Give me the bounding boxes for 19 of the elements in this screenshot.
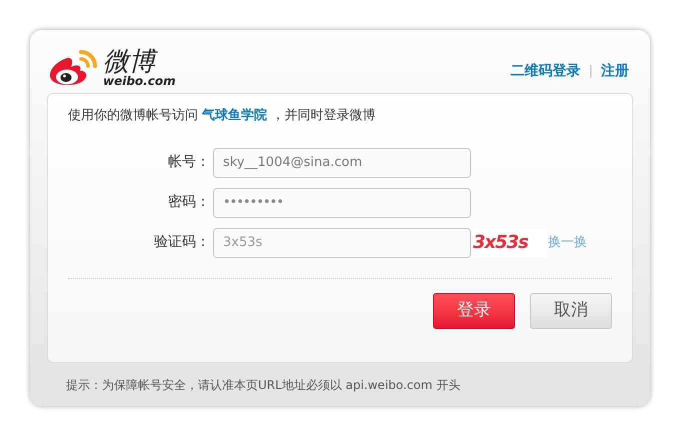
field-label: 帐号：	[167, 153, 211, 172]
app-link[interactable]: 气球鱼学院	[202, 108, 268, 123]
footer-tip: 提示：为保障帐号安全，请认准本页URL地址必须以 api.weibo.com 开头	[66, 377, 462, 394]
field-label: 密码：	[167, 193, 211, 212]
captcha-image: 3x53s	[473, 228, 547, 256]
account-field[interactable]: sky__1004@sina.com	[213, 148, 471, 178]
qr-login-link[interactable]: 二维码登录	[510, 61, 581, 82]
logo-title: 微博	[103, 49, 176, 75]
weibo-logo-icon	[47, 48, 99, 88]
password-field[interactable]: •••••••••	[213, 188, 471, 218]
separator: |	[588, 62, 593, 81]
register-link[interactable]: 注册	[601, 61, 629, 82]
field-label: 验证码：	[153, 233, 211, 252]
captcha-field[interactable]: 3x53s	[213, 228, 471, 258]
login-button[interactable]: 登录	[433, 292, 515, 328]
cancel-button[interactable]: 取消	[530, 292, 612, 328]
refresh-captcha-link[interactable]: 换一换	[548, 232, 587, 252]
logo-domain: weibo.com	[103, 75, 176, 87]
intro-text: 使用你的微博帐号访问 气球鱼学院 ，并同时登录微博	[68, 106, 376, 125]
